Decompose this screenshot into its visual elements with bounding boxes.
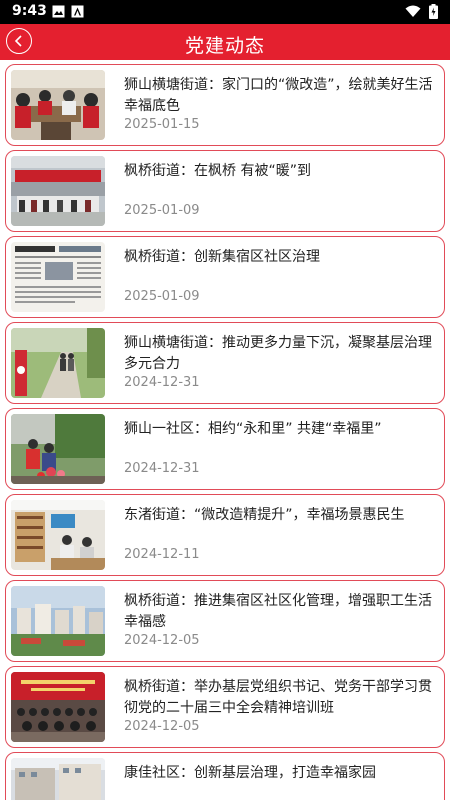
article-date: 2024-12-31 — [124, 461, 200, 476]
article-thumbnail — [11, 70, 105, 140]
article-date: 2024-12-05 — [124, 633, 200, 648]
article-date: 2025-01-15 — [124, 117, 200, 132]
article-card[interactable]: 枫桥街道：举办基层党组织书记、党务干部学习贯彻党的二十届三中全会精神培训班 20… — [5, 666, 445, 748]
article-title: 狮山横塘街道：推动更多力量下沉，凝聚基层治理多元合力 — [124, 335, 432, 372]
app-header: 党建动态 — [0, 24, 450, 60]
article-thumbnail — [11, 242, 105, 312]
article-card[interactable]: 枫桥街道：创新集宿区社区治理 2025-01-09 — [5, 236, 445, 318]
article-thumbnail — [11, 672, 105, 742]
article-thumbnail — [11, 586, 105, 656]
article-card[interactable]: 东渚街道：“微改造精提升”，幸福场景惠民生 2024-12-11 — [5, 494, 445, 576]
article-thumbnail — [11, 328, 105, 398]
article-date: 2024-12-31 — [124, 375, 200, 390]
article-card[interactable]: 狮山一社区：相约“永和里” 共建“幸福里” 2024-12-31 — [5, 408, 445, 490]
article-thumbnail — [11, 500, 105, 570]
status-time: 9:43 — [12, 3, 47, 19]
article-date: 2024-12-11 — [124, 547, 200, 562]
article-card[interactable]: 狮山横塘街道：推动更多力量下沉，凝聚基层治理多元合力 2024-12-31 — [5, 322, 445, 404]
article-title: 康佳社区：创新基层治理，打造幸福家园 — [124, 765, 376, 781]
article-title: 枫桥街道：推进集宿区社区化管理，增强职工生活幸福感 — [124, 593, 432, 630]
app-notification-icon — [71, 5, 84, 18]
article-card[interactable]: 枫桥街道：推进集宿区社区化管理，增强职工生活幸福感 2024-12-05 — [5, 580, 445, 662]
status-bar: 9:43 — [0, 0, 450, 24]
article-thumbnail — [11, 156, 105, 226]
notification-icons — [52, 5, 84, 18]
wifi-icon — [405, 5, 421, 17]
article-date: 2025-01-09 — [124, 203, 200, 218]
article-date: 2025-01-09 — [124, 289, 200, 304]
article-thumbnail — [11, 414, 105, 484]
system-icons — [405, 4, 438, 19]
page-title: 党建动态 — [184, 35, 265, 57]
article-thumbnail — [11, 758, 105, 800]
article-title: 狮山横塘街道：家门口的“微改造”，绘就美好生活幸福底色 — [124, 77, 433, 114]
article-list: 狮山横塘街道：家门口的“微改造”，绘就美好生活幸福底色 2025-01-15 枫… — [5, 64, 445, 800]
article-card[interactable]: 康佳社区：创新基层治理，打造幸福家园 — [5, 752, 445, 800]
article-card[interactable]: 枫桥街道：在枫桥 有被“暖”到 2025-01-09 — [5, 150, 445, 232]
article-title: 枫桥街道：举办基层党组织书记、党务干部学习贯彻党的二十届三中全会精神培训班 — [124, 679, 432, 716]
image-notification-icon — [52, 5, 65, 18]
article-card[interactable]: 狮山横塘街道：家门口的“微改造”，绘就美好生活幸福底色 2025-01-15 — [5, 64, 445, 146]
article-title: 狮山一社区：相约“永和里” 共建“幸福里” — [124, 421, 382, 437]
battery-icon — [429, 4, 438, 19]
article-title: 枫桥街道：在枫桥 有被“暖”到 — [124, 163, 311, 179]
article-date: 2024-12-05 — [124, 719, 200, 734]
article-title: 东渚街道：“微改造精提升”，幸福场景惠民生 — [124, 507, 405, 523]
article-title: 枫桥街道：创新集宿区社区治理 — [124, 249, 320, 265]
